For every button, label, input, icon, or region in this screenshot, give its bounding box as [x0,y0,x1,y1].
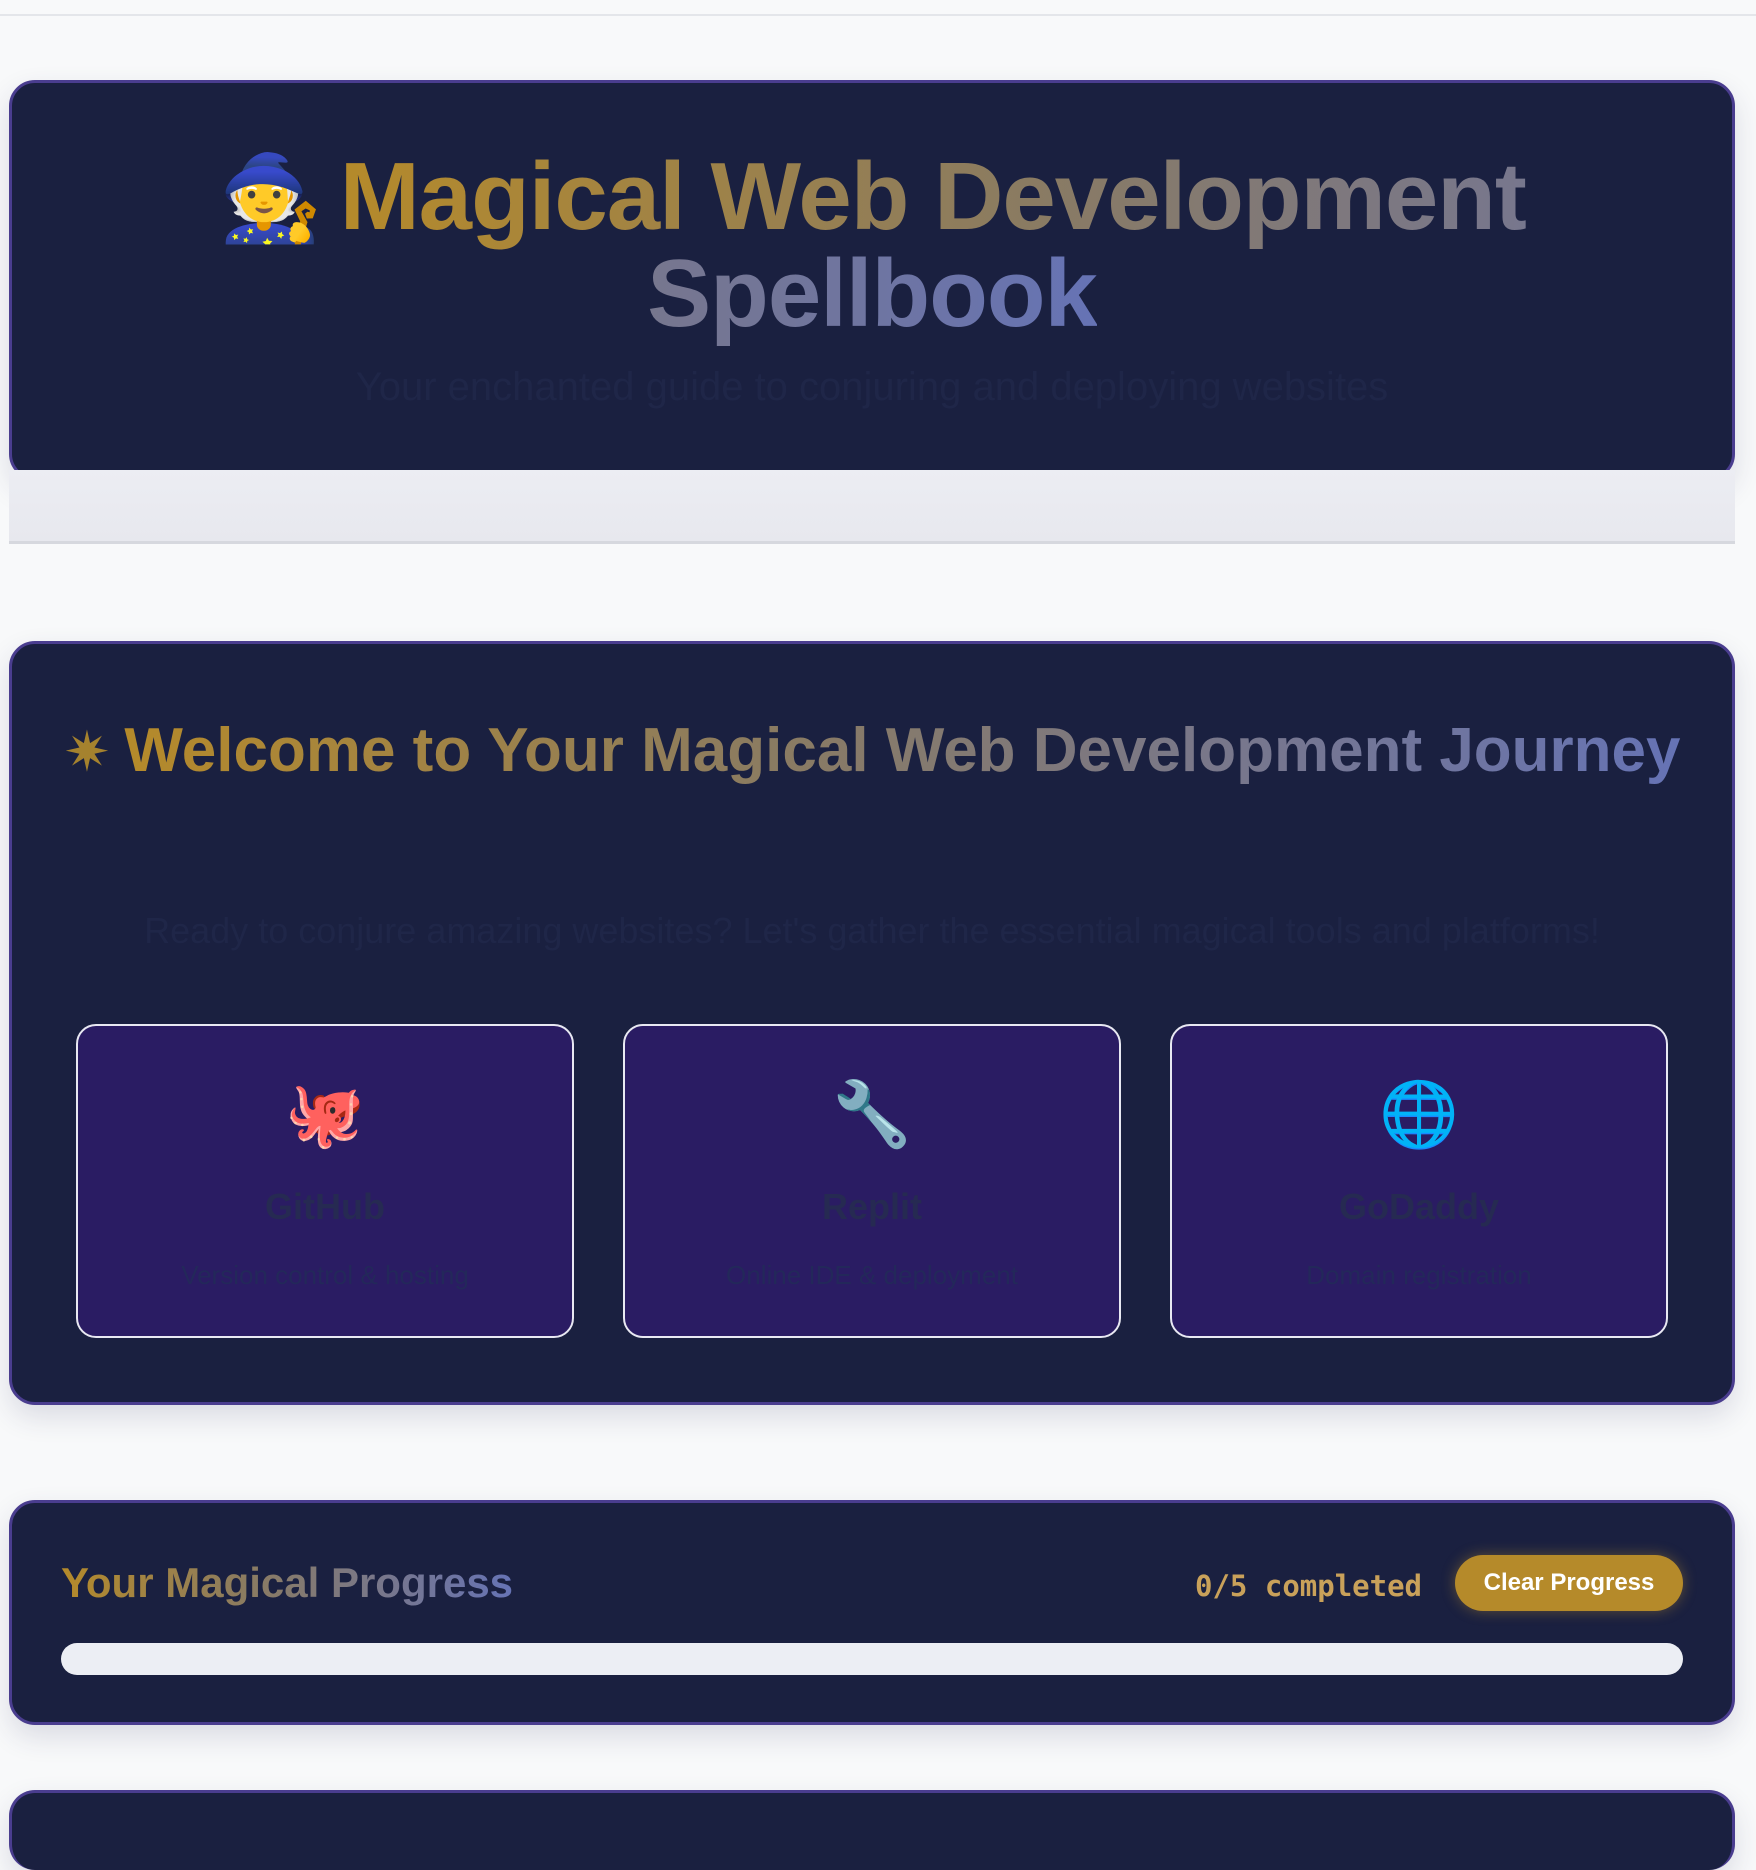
tool-description: Online IDE & deployment [726,1260,1018,1290]
tool-description: Version control & hosting [181,1260,469,1290]
page-title-text: Magical Web Development Spellbook [339,143,1527,347]
header-shelf [9,470,1735,544]
tool-name: GoDaddy [1338,1186,1499,1227]
next-section-panel [9,1790,1735,1870]
page-subtitle: Your enchanted guide to conjuring and de… [355,365,1389,409]
clear-progress-button[interactable]: Clear Progress [1455,1555,1683,1611]
tool-card-godaddy[interactable]: 🌐 GoDaddy Domain registration [1170,1024,1668,1338]
progress-panel: Your Magical Progress 0/5 completed Clea… [9,1500,1735,1725]
tool-card-replit[interactable]: 🔧 Replit Online IDE & deployment [623,1024,1121,1338]
wizard-icon: 🧙 [218,151,323,245]
progress-bar [61,1643,1683,1675]
top-divider [0,14,1756,16]
progress-title: Your Magical Progress [61,1559,514,1606]
progress-count: 0/5 completed [1195,1569,1422,1603]
sparkle-icon: ✷ [63,720,111,783]
octopus-icon: 🐙 [285,1078,365,1150]
wrench-icon: 🔧 [832,1078,912,1150]
tool-description: Domain registration [1306,1260,1532,1290]
tool-card-github[interactable]: 🐙 GitHub Version control & hosting [76,1024,574,1338]
welcome-title: ✷ Welcome to Your Magical Web Development… [12,714,1732,789]
welcome-title-text: Welcome to Your Magical Web Development … [124,716,1681,785]
page-title: 🧙 Magical Web Development Spellbook [12,149,1732,342]
tool-name: Replit [821,1186,922,1227]
hero-header: 🧙 Magical Web Development Spellbook Your … [9,80,1735,480]
welcome-section: ✷ Welcome to Your Magical Web Development… [9,641,1735,1405]
welcome-subtitle: Ready to conjure amazing websites? Let's… [144,910,1600,951]
globe-icon: 🌐 [1379,1078,1459,1150]
tool-name: GitHub [265,1186,385,1227]
